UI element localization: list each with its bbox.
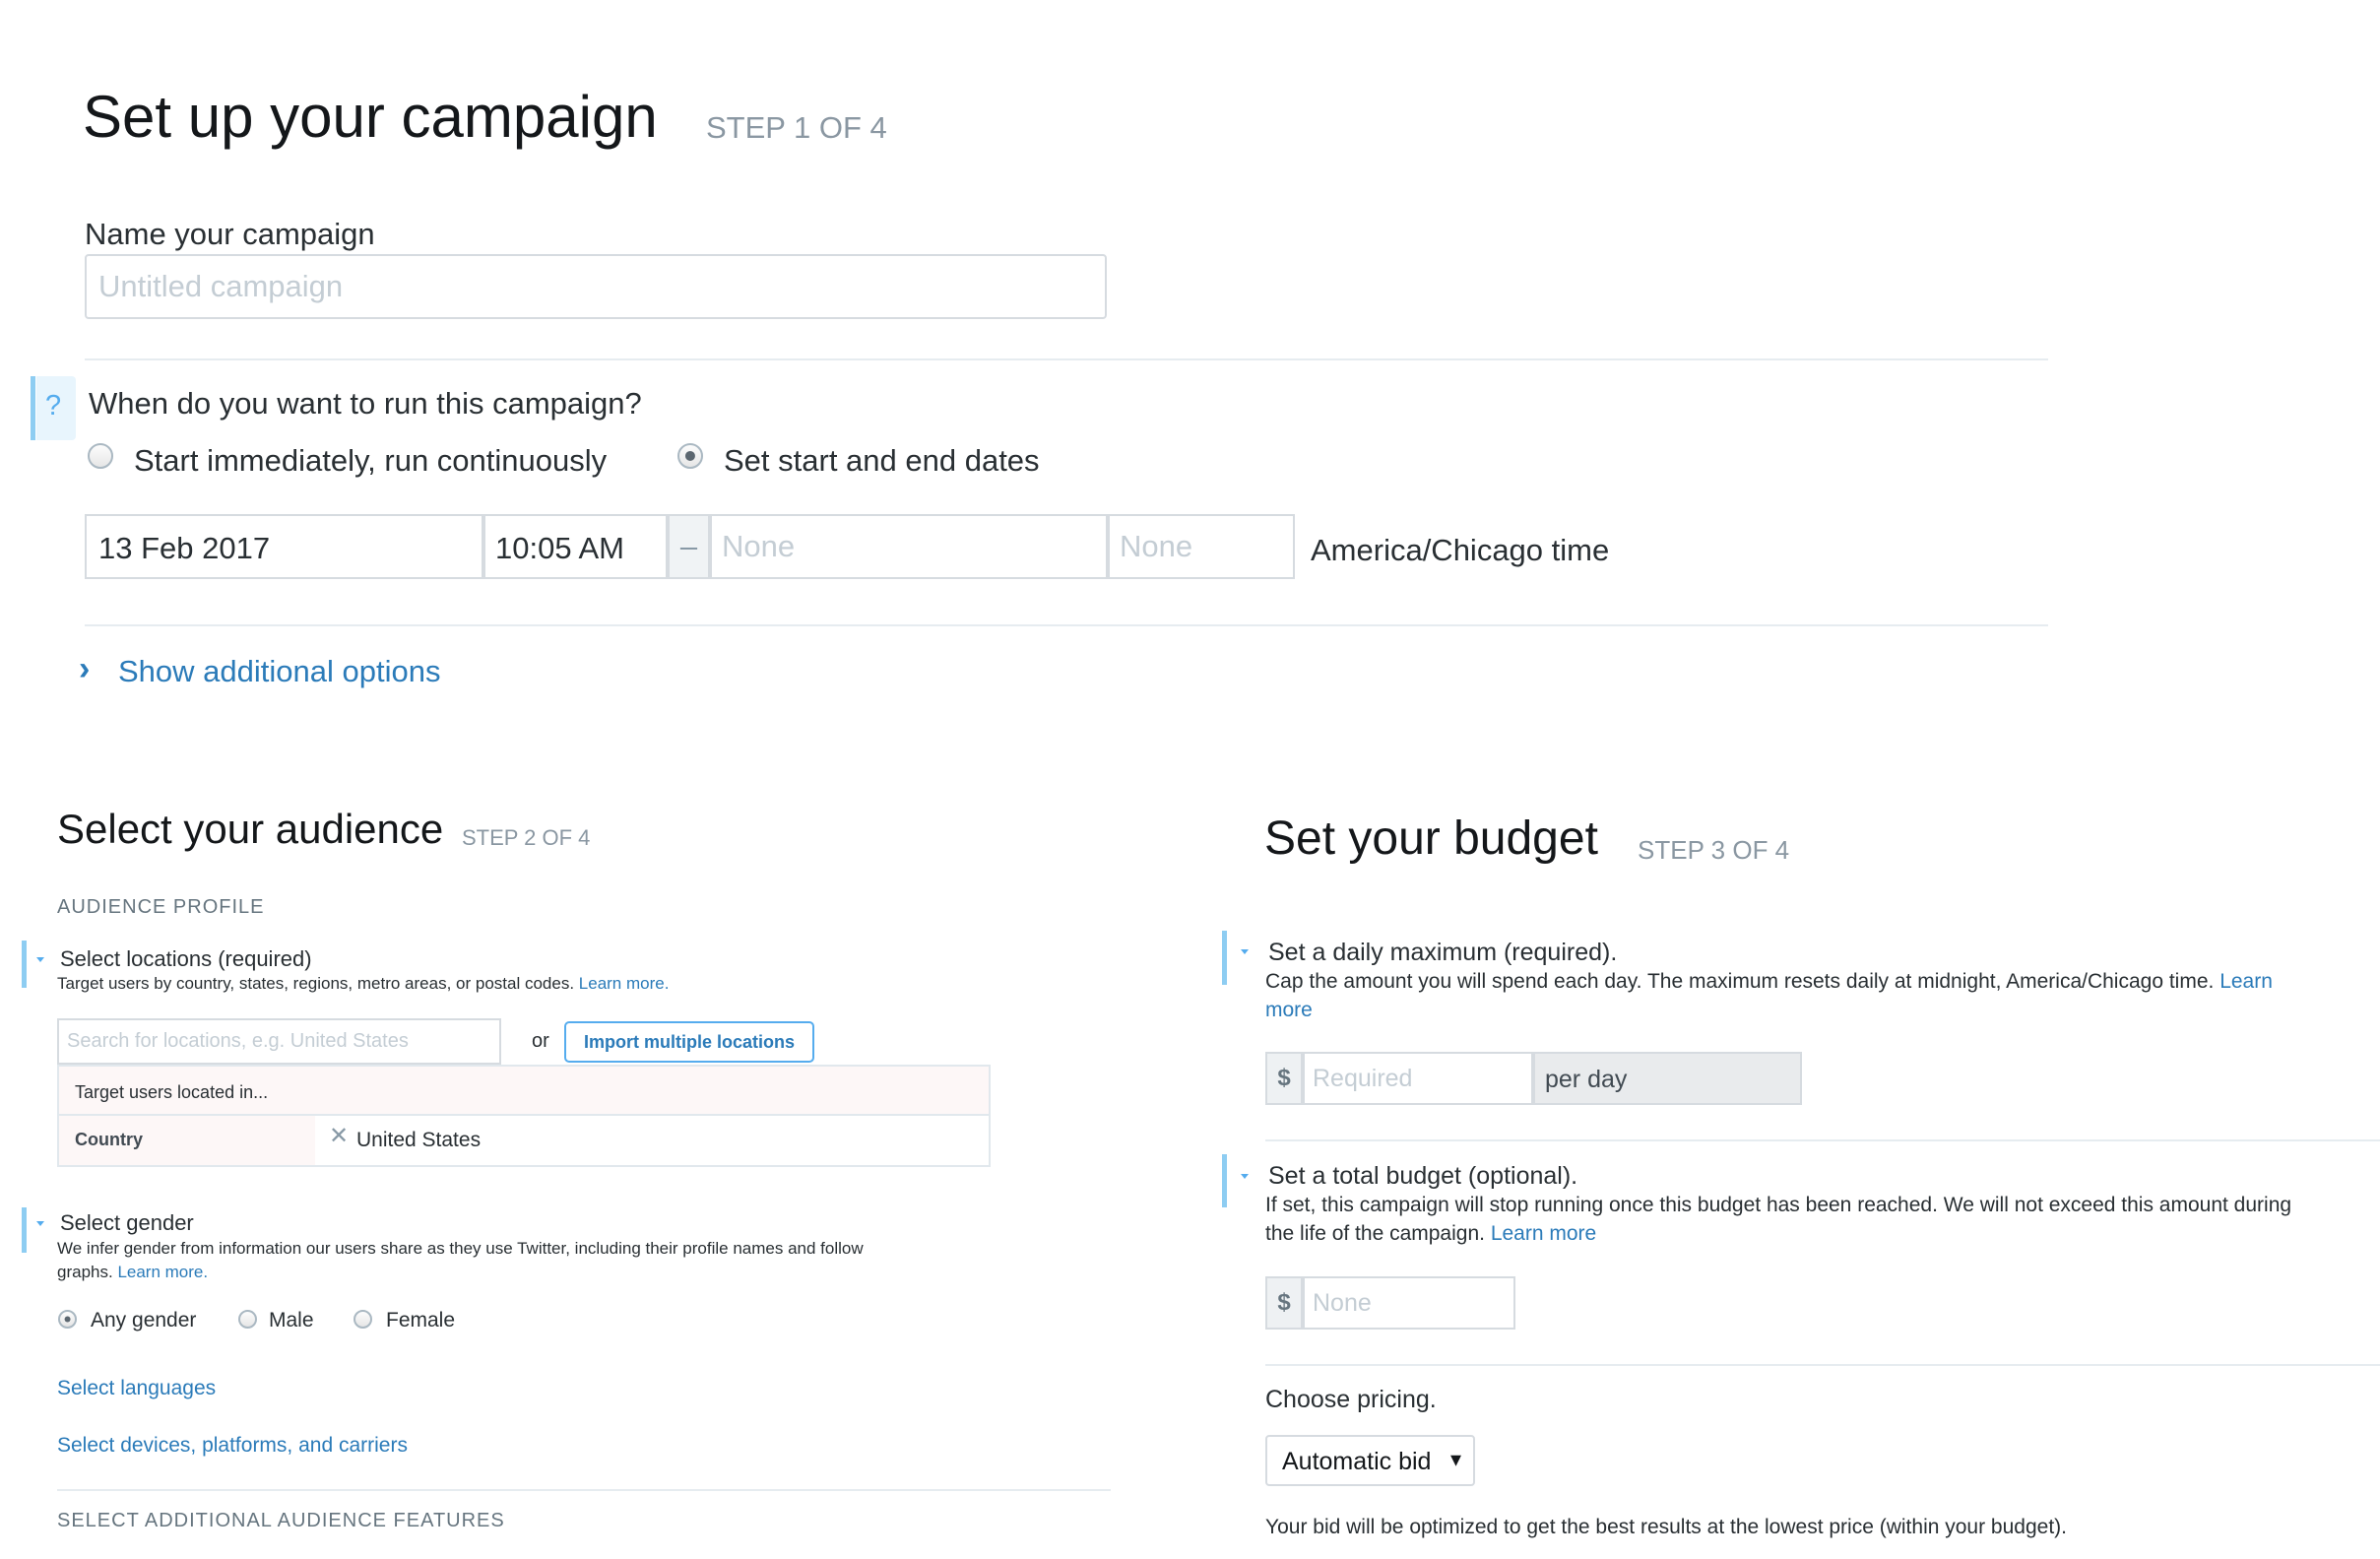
pricing-select[interactable]: Automatic bid ▾ bbox=[1265, 1435, 1475, 1486]
radio-start-immediately[interactable] bbox=[88, 443, 113, 469]
campaign-name-input[interactable] bbox=[85, 254, 1107, 319]
gender-help-bar bbox=[22, 1207, 27, 1253]
gender-description-line1: We infer gender from information our use… bbox=[57, 1239, 864, 1258]
daily-learn-more-link[interactable]: Learn bbox=[2219, 970, 2273, 993]
schedule-question: When do you want to run this campaign? bbox=[89, 386, 642, 421]
step3-step-label: STEP 3 OF 4 bbox=[1638, 835, 1790, 865]
help-icon[interactable]: ? bbox=[45, 390, 61, 422]
step1-step-label: STEP 1 OF 4 bbox=[706, 110, 887, 145]
step2-title: Select your audience bbox=[57, 806, 444, 852]
end-time-input[interactable] bbox=[1108, 514, 1295, 579]
daily-learn-more-link-cont[interactable]: more bbox=[1265, 999, 1313, 1022]
daily-max-description-text: Cap the amount you will spend each day. … bbox=[1265, 970, 2215, 993]
daily-max-input[interactable] bbox=[1303, 1052, 1533, 1105]
audience-profile-heading: AUDIENCE PROFILE bbox=[57, 896, 265, 918]
step1-title: Set up your campaign bbox=[83, 84, 658, 150]
gender-learn-more-link[interactable]: Learn more. bbox=[117, 1263, 208, 1281]
locations-help-bar bbox=[22, 941, 27, 988]
divider-budget-1 bbox=[1265, 1139, 2380, 1141]
pricing-label: Choose pricing. bbox=[1265, 1386, 1437, 1413]
locations-collapse-icon[interactable] bbox=[36, 957, 44, 962]
radio-male-label[interactable]: Male bbox=[269, 1309, 314, 1332]
radio-any-gender[interactable] bbox=[58, 1310, 77, 1329]
total-budget-description-line2: the life of the campaign. Learn more bbox=[1265, 1222, 1596, 1246]
chevron-down-icon: ▾ bbox=[1450, 1447, 1462, 1471]
start-time-field[interactable]: 10:05 AM bbox=[483, 514, 668, 579]
radio-female[interactable] bbox=[354, 1310, 372, 1329]
step2-step-label: STEP 2 OF 4 bbox=[462, 825, 591, 850]
radio-any-gender-label[interactable]: Any gender bbox=[91, 1309, 196, 1332]
total-budget-title: Set a total budget (optional). bbox=[1268, 1162, 1578, 1190]
divider-1 bbox=[85, 358, 2048, 360]
locations-learn-more-link[interactable]: Learn more. bbox=[579, 974, 670, 993]
country-cell-label: Country bbox=[75, 1130, 143, 1149]
gender-collapse-icon[interactable] bbox=[36, 1221, 44, 1226]
total-help-bar bbox=[1222, 1154, 1227, 1207]
locations-description: Target users by country, states, regions… bbox=[57, 974, 669, 994]
start-date-field[interactable]: 13 Feb 2017 bbox=[85, 514, 483, 579]
total-budget-description-line1: If set, this campaign will stop running … bbox=[1265, 1194, 2292, 1216]
daily-currency-addon: $ bbox=[1265, 1052, 1303, 1105]
gender-description-text: graphs. bbox=[57, 1263, 113, 1281]
or-label: or bbox=[532, 1030, 549, 1052]
total-collapse-icon[interactable] bbox=[1241, 1174, 1249, 1179]
help-bar bbox=[31, 376, 35, 440]
radio-set-dates[interactable] bbox=[677, 443, 703, 469]
campaign-name-label: Name your campaign bbox=[85, 217, 375, 251]
location-search-input[interactable] bbox=[57, 1018, 501, 1065]
daily-collapse-icon[interactable] bbox=[1241, 949, 1249, 954]
radio-male[interactable] bbox=[238, 1310, 257, 1329]
pricing-note: Your bid will be optimized to get the be… bbox=[1265, 1516, 2067, 1538]
chevron-right-icon[interactable]: › bbox=[79, 650, 90, 688]
pricing-select-value: Automatic bid bbox=[1282, 1448, 1432, 1475]
radio-female-label[interactable]: Female bbox=[386, 1309, 455, 1332]
timezone-label: America/Chicago time bbox=[1311, 533, 1610, 567]
per-day-addon: per day bbox=[1533, 1052, 1802, 1105]
daily-max-description: Cap the amount you will spend each day. … bbox=[1265, 970, 2273, 994]
divider-budget-2 bbox=[1265, 1364, 2380, 1366]
end-date-input[interactable] bbox=[710, 514, 1108, 579]
step3-title: Set your budget bbox=[1264, 812, 1598, 865]
import-locations-button[interactable]: Import multiple locations bbox=[564, 1021, 814, 1063]
total-budget-description-text: the life of the campaign. bbox=[1265, 1222, 1485, 1245]
additional-audience-features-heading[interactable]: SELECT ADDITIONAL AUDIENCE FEATURES bbox=[57, 1510, 505, 1532]
gender-description-line2: graphs. Learn more. bbox=[57, 1263, 208, 1282]
total-currency-addon: $ bbox=[1265, 1276, 1303, 1330]
total-learn-more-link[interactable]: Learn more bbox=[1491, 1222, 1596, 1245]
date-range-separator: – bbox=[668, 514, 710, 579]
radio-set-dates-label[interactable]: Set start and end dates bbox=[724, 443, 1040, 479]
gender-title: Select gender bbox=[60, 1210, 194, 1235]
target-locations-header-text: Target users located in... bbox=[75, 1082, 269, 1102]
target-locations-table: Target users located in... Country ✕ Uni… bbox=[57, 1065, 991, 1167]
select-devices-link[interactable]: Select devices, platforms, and carriers bbox=[57, 1434, 408, 1458]
show-additional-options-link[interactable]: Show additional options bbox=[118, 654, 440, 689]
daily-help-bar bbox=[1222, 931, 1227, 985]
selected-country: United States bbox=[356, 1129, 482, 1151]
divider-audience bbox=[57, 1489, 1111, 1491]
radio-start-immediately-label[interactable]: Start immediately, run continuously bbox=[134, 443, 607, 479]
locations-description-text: Target users by country, states, regions… bbox=[57, 974, 575, 993]
daily-max-title: Set a daily maximum (required). bbox=[1268, 939, 1618, 966]
select-languages-link[interactable]: Select languages bbox=[57, 1377, 216, 1400]
total-budget-input[interactable] bbox=[1303, 1276, 1515, 1330]
locations-title: Select locations (required) bbox=[60, 946, 312, 971]
divider-2 bbox=[85, 624, 2048, 626]
remove-location-icon[interactable]: ✕ bbox=[329, 1122, 349, 1150]
